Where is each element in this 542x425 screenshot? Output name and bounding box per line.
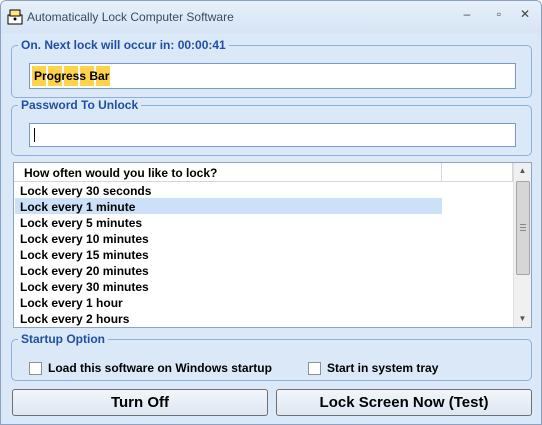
grip-line (520, 227, 526, 228)
system-tray-label[interactable]: Start in system tray (327, 361, 438, 375)
app-icon (7, 9, 23, 25)
startup-legend: Startup Option (18, 332, 108, 346)
column-separator[interactable] (441, 163, 442, 181)
interval-listview[interactable]: How often would you like to lock? Lock e… (13, 162, 532, 328)
lock-progress-bar: Progress Bar (29, 63, 516, 89)
load-on-startup-checkbox[interactable] (29, 361, 42, 375)
grip-line (520, 230, 526, 231)
scroll-thumb[interactable] (516, 181, 530, 275)
load-on-startup-label[interactable]: Load this software on Windows startup (48, 361, 272, 375)
list-item-label: Lock every 10 minutes (20, 232, 149, 246)
list-item[interactable]: Lock every 1 minute (15, 198, 442, 214)
minimize-icon[interactable]: – (455, 5, 479, 23)
list-item-label: Lock every 30 minutes (20, 280, 149, 294)
list-item[interactable]: Lock every 5 minutes (15, 214, 442, 230)
window-title: Automatically Lock Computer Software (27, 10, 234, 24)
list-header-label: How often would you like to lock? (24, 166, 218, 180)
list-item-label: Lock every 1 minute (20, 200, 136, 214)
list-item-label: Lock every 5 minutes (20, 216, 143, 230)
list-item[interactable]: Lock every 10 minutes (15, 230, 442, 246)
list-item[interactable]: Lock every 1 hour (15, 294, 442, 310)
list-item-label: Lock every 15 minutes (20, 248, 149, 262)
grip-line (520, 224, 526, 225)
system-tray-checkbox[interactable] (308, 361, 321, 375)
status-group: On. Next lock will occur in: 00:00:41 Pr… (11, 38, 532, 98)
close-icon[interactable]: ✕ (513, 5, 537, 23)
list-item[interactable]: Lock every 20 minutes (15, 262, 442, 278)
startup-checkbox-row[interactable]: Load this software on Windows startup (29, 361, 272, 375)
title-bar[interactable]: Automatically Lock Computer Software – ▫… (1, 1, 541, 33)
scroll-down-icon[interactable]: ▼ (514, 311, 531, 327)
list-header[interactable]: How often would you like to lock? (14, 163, 513, 182)
app-window: Automatically Lock Computer Software – ▫… (0, 0, 542, 425)
password-input[interactable] (29, 123, 516, 147)
progress-label: Progress Bar (34, 69, 110, 83)
tray-checkbox-row[interactable]: Start in system tray (308, 361, 438, 375)
list-item-label: Lock every 1 hour (20, 296, 123, 310)
scroll-up-icon[interactable]: ▲ (514, 163, 531, 179)
lock-now-button[interactable]: Lock Screen Now (Test) (276, 389, 532, 416)
turn-off-button[interactable]: Turn Off (12, 389, 268, 416)
list-item-label: Lock every 30 seconds (20, 184, 152, 198)
text-caret (34, 128, 35, 142)
vertical-scrollbar[interactable]: ▲ ▼ (513, 163, 531, 327)
password-legend: Password To Unlock (18, 98, 142, 112)
list-item[interactable]: Lock every 15 minutes (15, 246, 442, 262)
startup-group: Startup Option Load this software on Win… (11, 332, 532, 381)
list-item[interactable]: Lock every 30 seconds (15, 182, 442, 198)
client-area: On. Next lock will occur in: 00:00:41 Pr… (6, 33, 536, 419)
status-legend: On. Next lock will occur in: 00:00:41 (18, 38, 229, 52)
password-group: Password To Unlock (11, 98, 532, 156)
list-item[interactable]: Lock every 30 minutes (15, 278, 442, 294)
list-item-label: Lock every 2 hours (20, 312, 130, 326)
list-item[interactable]: Lock every 2 hours (15, 310, 442, 326)
list-item-label: Lock every 20 minutes (20, 264, 149, 278)
maximize-icon[interactable]: ▫ (487, 5, 511, 23)
